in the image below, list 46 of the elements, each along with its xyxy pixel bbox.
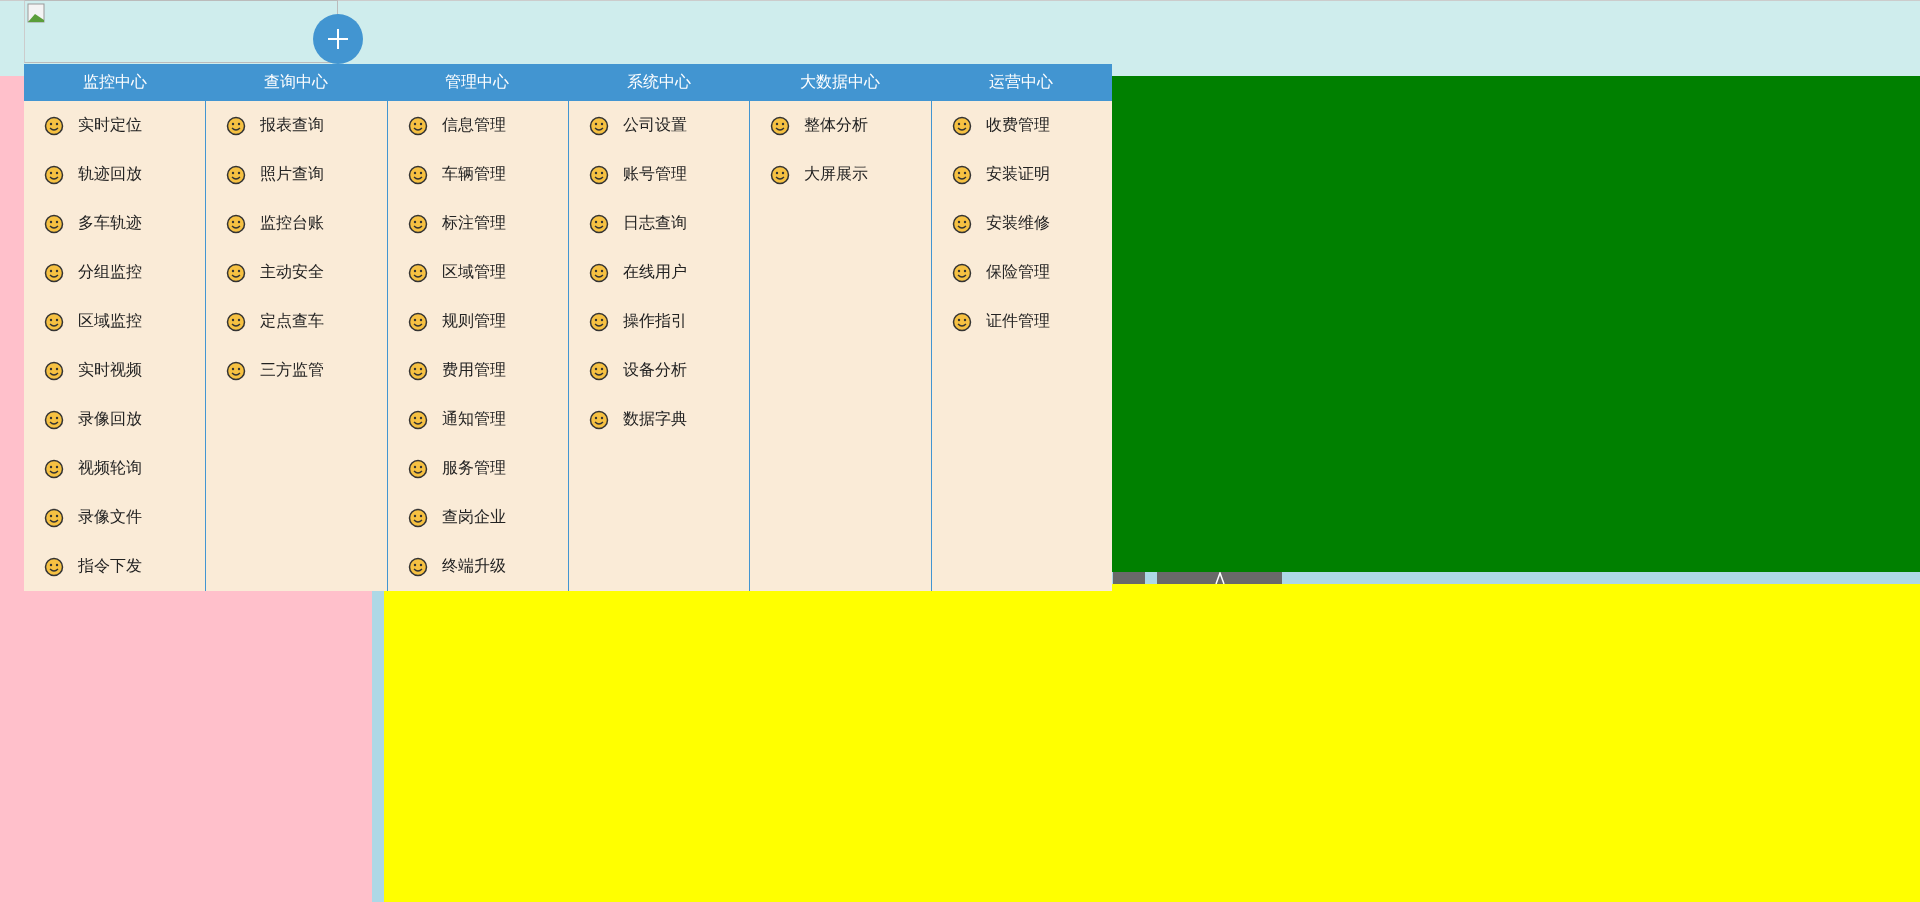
menu-item[interactable]: 区域管理 (387, 248, 568, 297)
menu-item[interactable]: 照片查询 (206, 150, 387, 199)
menu-item[interactable]: 多车轨迹 (24, 199, 206, 248)
category-title: 监控中心 (82, 72, 147, 93)
menu-item[interactable]: 三方监管 (206, 346, 387, 395)
menu-item[interactable]: 主动安全 (206, 248, 387, 297)
menu-item[interactable]: 实时定位 (24, 101, 206, 150)
category-title: 运营中心 (989, 72, 1054, 93)
menu-item[interactable]: 终端升级 (387, 542, 568, 591)
menu-item[interactable]: 整体分析 (750, 101, 931, 150)
menu-item[interactable]: 大屏展示 (750, 150, 931, 199)
menu-item[interactable]: 证件管理 (931, 297, 1112, 346)
menu-item[interactable]: 通知管理 (387, 395, 568, 444)
menu-item[interactable]: 区域监控 (24, 297, 206, 346)
menu-item[interactable]: 指令下发 (24, 542, 206, 591)
menu-item[interactable]: 日志查询 (569, 199, 750, 248)
menu-item[interactable]: 定点查车 (206, 297, 387, 346)
menu-item[interactable]: 标注管理 (387, 199, 568, 248)
menu-item[interactable]: 信息管理 (387, 101, 568, 150)
category-title: 管理中心 (445, 72, 510, 93)
category-title: 大数据中心 (800, 72, 880, 93)
menu-item[interactable]: 在线用户 (569, 248, 750, 297)
menu-item[interactable]: 录像回放 (24, 395, 206, 444)
menu-item[interactable]: 服务管理 (387, 444, 568, 493)
menu-item[interactable]: 分组监控 (24, 248, 206, 297)
menu-item[interactable]: 实时视频 (24, 346, 206, 395)
menu-item[interactable]: 数据字典 (569, 395, 750, 444)
category-title: 查询中心 (264, 72, 328, 93)
menu-item[interactable]: 轨迹回放 (24, 150, 206, 199)
menu-item[interactable]: 录像文件 (24, 493, 206, 542)
menu-item[interactable]: 操作指引 (569, 297, 750, 346)
menu-item[interactable]: 规则管理 (387, 297, 568, 346)
menu-item[interactable]: 收费管理 (931, 101, 1112, 150)
menu-item[interactable]: 保险管理 (931, 248, 1112, 297)
menu-item[interactable]: 设备分析 (569, 346, 750, 395)
category-title: 系统中心 (626, 72, 691, 93)
menu-item[interactable]: 报表查询 (206, 101, 387, 150)
menu-item[interactable]: 安装证明 (931, 150, 1112, 199)
menu-item[interactable]: 费用管理 (387, 346, 568, 395)
menu-item[interactable]: 查岗企业 (387, 493, 568, 542)
menu-item[interactable]: 监控台账 (206, 199, 387, 248)
menu-item[interactable]: 公司设置 (569, 101, 750, 150)
menu-item[interactable]: 车辆管理 (387, 150, 568, 199)
menu-item[interactable]: 账号管理 (569, 150, 750, 199)
menu-item[interactable]: 视频轮询 (24, 444, 206, 493)
menu-item[interactable]: 安装维修 (931, 199, 1112, 248)
